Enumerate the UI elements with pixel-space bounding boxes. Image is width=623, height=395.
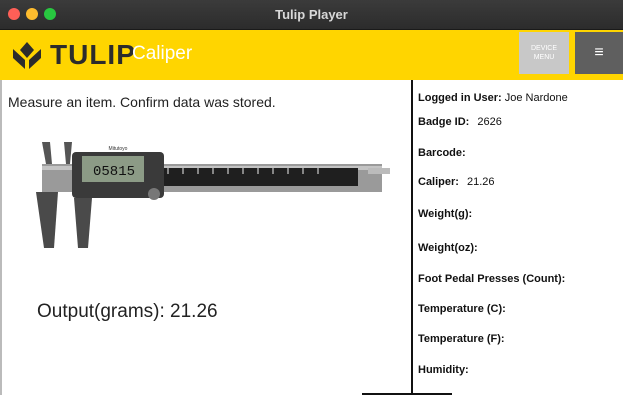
pedal-label: Foot Pedal Presses (Count): (418, 273, 566, 285)
user-value: Joe Nardone (504, 92, 568, 104)
foot-pedal-field: Foot Pedal Presses (Count): (418, 273, 565, 285)
caliper-brand: Mitutoyo (109, 146, 128, 152)
panel-divider (411, 80, 413, 395)
device-menu-label-2: MENU (533, 54, 555, 61)
temperature-c-field: Temperature (C): (418, 303, 506, 315)
weight-oz-field: Weight(oz): (418, 242, 478, 254)
badge-label: Badge ID: (418, 116, 470, 128)
user-label: Logged in User: (418, 92, 502, 104)
barcode-label: Barcode: (418, 147, 466, 159)
device-menu-label-1: DEVICE (530, 45, 558, 52)
badge-value: 2626 (477, 116, 502, 128)
badge-id-field: Badge ID: 2626 (418, 116, 502, 128)
output-readout: Output(grams): 21.26 (37, 301, 218, 323)
tulip-logo-icon (13, 42, 41, 69)
instruction-text: Measure an item. Confirm data was stored… (8, 94, 276, 110)
left-border (0, 80, 2, 395)
weight-oz-label: Weight(oz): (418, 242, 478, 254)
logo-text: TULIP (50, 39, 136, 70)
main-content: Measure an item. Confirm data was stored… (0, 80, 623, 395)
app-name: Caliper (132, 43, 193, 64)
barcode-field: Barcode: (418, 147, 466, 159)
hamburger-icon: ≡ (594, 44, 604, 61)
output-value: 21.26 (170, 301, 218, 322)
hamburger-menu-button[interactable]: ≡ (575, 32, 623, 74)
weight-g-field: Weight(g): (418, 208, 472, 220)
temp-c-label: Temperature (C): (418, 303, 506, 315)
device-menu-button[interactable]: DEVICE MENU (519, 32, 569, 74)
caliper-label: Caliper: (418, 176, 459, 188)
temperature-f-field: Temperature (F): (418, 333, 505, 345)
temp-f-label: Temperature (F): (418, 333, 505, 345)
output-label: Output(grams): (37, 301, 165, 322)
caliper-display-value: 05815 (93, 164, 135, 180)
window-title: Tulip Player (275, 7, 348, 22)
weight-g-label: Weight(g): (418, 208, 473, 220)
caliper-value: 21.26 (466, 176, 495, 188)
logged-in-user-field: Logged in User: Joe Nardone (418, 92, 568, 104)
humidity-label: Humidity: (418, 364, 469, 376)
caliper-image: 05815 Mitutoyo (36, 142, 390, 248)
app-header: TULIP Caliper DEVICE MENU ≡ (0, 30, 623, 80)
humidity-field: Humidity: (418, 364, 469, 376)
caliper-field: Caliper: 21.26 (418, 176, 495, 188)
window-titlebar: Tulip Player (0, 0, 623, 30)
